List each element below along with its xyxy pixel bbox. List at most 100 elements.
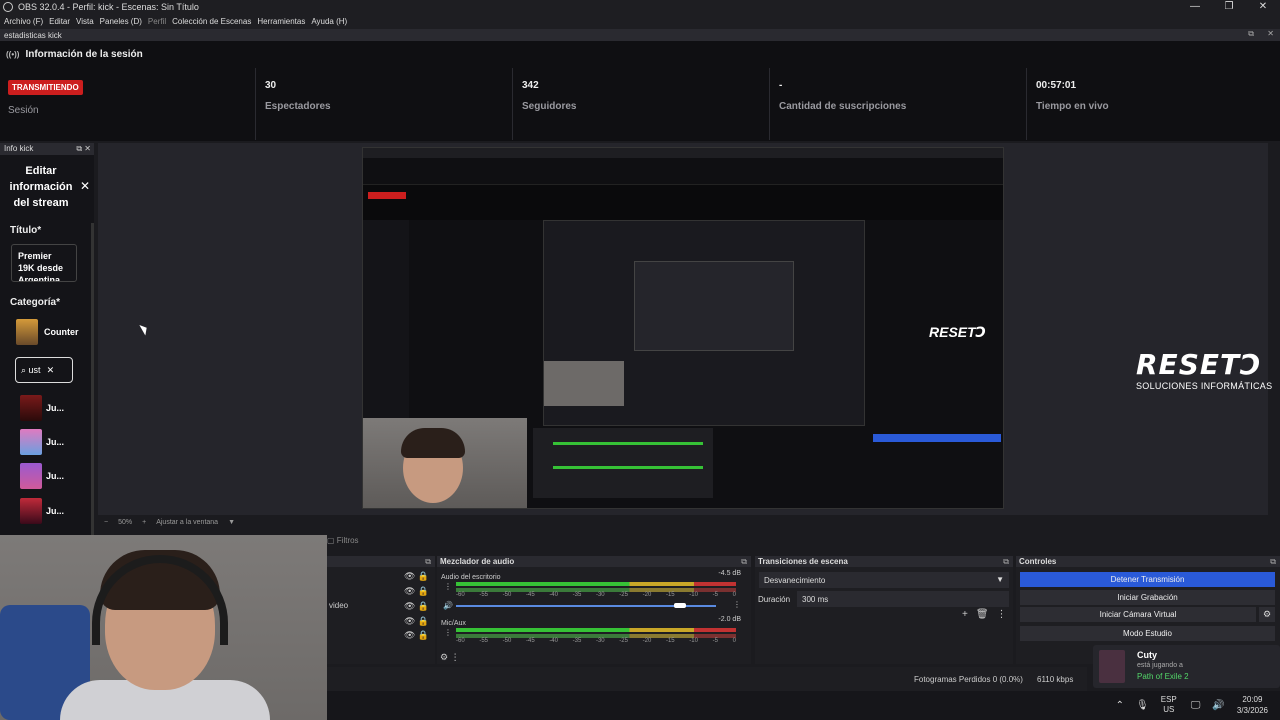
transitions-header: Transiciones de escena ⧉: [755, 556, 1013, 567]
scale-tick: -35: [572, 592, 582, 598]
transition-select[interactable]: Desvanecimiento ▼: [759, 572, 1009, 588]
close-button[interactable]: ✕: [1246, 0, 1280, 14]
viewers-value: 30: [265, 80, 277, 91]
stats-dock-titlebar[interactable]: estadisticas kick ⧉ ✕: [0, 29, 1280, 41]
nested-webcam-large: [363, 418, 527, 508]
channel-menu-icon[interactable]: ⋮: [444, 628, 452, 637]
scale-tick: -30: [595, 638, 605, 644]
duration-label: Duración: [758, 595, 791, 604]
monitor-icon[interactable]: 🖵: [1191, 700, 1201, 711]
brand-logo-text: RESETↃ: [1136, 348, 1262, 381]
menu-editar[interactable]: Editar: [49, 17, 70, 26]
category-selected[interactable]: Counter: [16, 319, 79, 345]
duration-input[interactable]: 300 ms: [797, 591, 1009, 607]
dock-controls-icon[interactable]: ⧉ ✕: [1248, 29, 1274, 39]
menu-bar: Archivo (F) Editar Vista Paneles (D) Per…: [0, 14, 1280, 29]
search-result-2[interactable]: Ju...: [20, 429, 64, 455]
minimize-button[interactable]: —: [1178, 0, 1212, 14]
scale-tick: -25: [619, 638, 628, 644]
nested-mixer: [533, 428, 713, 498]
nested-logo: RESETↃ: [929, 324, 986, 340]
session-header-text: Información de la sesión: [25, 49, 143, 60]
dock-float-icon[interactable]: ⧉: [425, 556, 431, 567]
category-value: Counter: [44, 327, 79, 337]
controls-title: Controles: [1019, 557, 1057, 566]
menu-ayuda[interactable]: Ayuda (H): [311, 17, 347, 26]
source-row-2-icons[interactable]: 👁 🔒: [404, 586, 429, 597]
maximize-button[interactable]: ❐: [1212, 0, 1246, 14]
source-row-1-icons[interactable]: 👁 🔒: [404, 571, 429, 582]
clear-search-icon[interactable]: ✕: [47, 365, 55, 376]
stats-dock-title: estadisticas kick: [4, 30, 62, 40]
start-virtual-cam-button[interactable]: Iniciar Cámara Virtual: [1020, 607, 1256, 622]
studio-mode-button[interactable]: Modo Estudio: [1020, 626, 1275, 641]
channel-db: -4.5 dB: [718, 570, 741, 577]
info-dock-close-icon[interactable]: ⧉ ✕: [76, 143, 91, 155]
info-dock-titlebar[interactable]: Info kick ⧉ ✕: [0, 143, 94, 155]
menu-archivo[interactable]: Archivo (F): [4, 17, 43, 26]
title-input[interactable]: Premier 19K desde Argentina: [11, 244, 77, 282]
edit-heading: Editar información del stream: [9, 165, 73, 209]
speaker-icon[interactable]: 🔊: [443, 601, 453, 610]
volume-meter-left: [456, 628, 736, 632]
info-dock-scrollbar[interactable]: [91, 223, 94, 553]
nested-titlebar: [363, 148, 1003, 158]
category-search-input[interactable]: ⌕ ust ✕: [15, 357, 73, 383]
clock[interactable]: 20:09 3/3/2026: [1237, 694, 1268, 716]
trash-icon[interactable]: 🗑: [976, 609, 997, 620]
result-thumbnail: [20, 429, 42, 455]
dock-float-icon[interactable]: ⧉: [1270, 556, 1276, 567]
preview-canvas[interactable]: RESETↃ: [362, 147, 1004, 509]
tab-filtros[interactable]: ▢ Filtros: [327, 536, 359, 545]
search-result-1[interactable]: Ju...: [20, 395, 64, 421]
transition-actions: +🗑⋮: [962, 609, 1015, 620]
mixer-settings-icon[interactable]: ⚙ ⋮: [440, 652, 460, 663]
scale-tick: 0: [732, 592, 736, 598]
menu-herramientas[interactable]: Herramientas: [257, 17, 305, 26]
clock-date: 3/3/2026: [1236, 706, 1268, 715]
scale-tick: -60: [456, 592, 465, 598]
source-row-4-icons[interactable]: 👁 🔒: [404, 616, 429, 627]
language-indicator[interactable]: ESP US: [1161, 695, 1177, 715]
zoom-out-icon[interactable]: −: [104, 519, 108, 526]
dock-float-icon[interactable]: ⧉: [741, 556, 747, 567]
scale-tick: -55: [479, 592, 488, 598]
chevron-down-icon[interactable]: ▼: [228, 519, 235, 526]
stop-stream-button[interactable]: Detener Transmisión: [1020, 572, 1275, 587]
dock-float-icon[interactable]: ⧉: [1003, 556, 1009, 567]
zoom-in-icon[interactable]: +: [142, 519, 146, 526]
channel-menu-icon[interactable]: ⋮: [444, 582, 452, 591]
menu-perfil[interactable]: Perfil: [148, 17, 166, 26]
menu-paneles[interactable]: Paneles (D): [100, 17, 142, 26]
result-label: Ju...: [46, 437, 65, 447]
menu-vista[interactable]: Vista: [76, 17, 94, 26]
menu-escenas[interactable]: Colección de Escenas: [172, 17, 251, 26]
mixer-channel-mic: Mic/Aux -2.0 dB ⋮ -60 -55 -50 -45 -40 -35 -30-…: [441, 616, 744, 656]
channel-options-icon[interactable]: ⋮: [733, 600, 741, 609]
source-item-label[interactable]: video: [329, 601, 348, 610]
search-value: ust: [28, 365, 41, 375]
nested-hair: [401, 428, 465, 458]
chevron-up-icon[interactable]: ⌃: [1116, 700, 1124, 711]
gear-icon[interactable]: ⚙: [1259, 607, 1275, 622]
close-icon[interactable]: ✕: [80, 179, 90, 193]
lang-secondary: US: [1163, 705, 1175, 714]
volume-slider-knob[interactable]: [674, 603, 686, 608]
source-row-3-icons[interactable]: 👁 🔒: [404, 601, 429, 612]
scale-tick: -55: [479, 638, 488, 644]
more-icon[interactable]: ⋮: [997, 609, 1015, 620]
source-row-5-icons[interactable]: 👁 🔒: [404, 630, 429, 641]
zoom-fit-select[interactable]: Ajustar a la ventana: [156, 519, 218, 526]
channel-name: Mic/Aux: [441, 620, 466, 627]
search-result-3[interactable]: Ju...: [20, 463, 64, 489]
volume-icon[interactable]: 🔊: [1212, 700, 1224, 711]
microphone-icon[interactable]: 🎙: [1136, 700, 1149, 711]
start-recording-button[interactable]: Iniciar Grabación: [1020, 590, 1275, 605]
mixer-channel-desktop: Audio del escritorio -4.5 dB ⋮ -60 -55 -50…: [441, 570, 744, 615]
stats-panel: ((•)) Información de la sesión TRANSMITIE…: [0, 41, 1280, 141]
scale-tick: -40: [549, 638, 558, 644]
channel-db: -2.0 dB: [718, 616, 741, 623]
friend-notification[interactable]: Cuty está jugando a Path of Exile 2: [1093, 645, 1280, 688]
search-result-4[interactable]: Ju...: [20, 498, 64, 524]
add-icon[interactable]: +: [962, 609, 976, 620]
